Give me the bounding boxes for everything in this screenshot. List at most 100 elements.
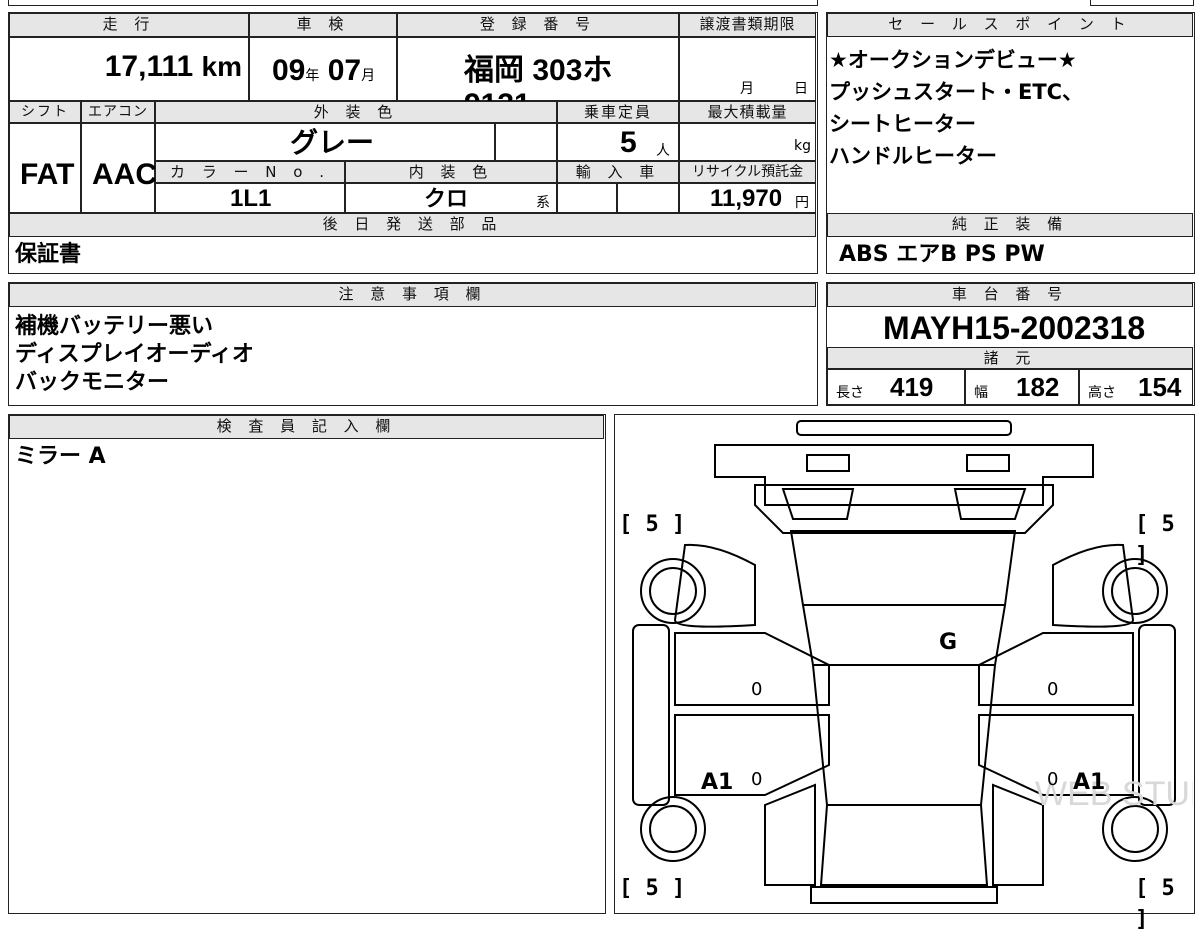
import-cell-a (557, 183, 617, 213)
inspection-year: 09 (272, 54, 306, 87)
interior-suffix: 系 (536, 195, 550, 211)
interior-color-value: クロ (424, 186, 469, 211)
zero-mark-1: 0 (751, 679, 763, 700)
color-no-value: 1L1 (230, 185, 272, 212)
transfer-day-unit: 日 (794, 81, 808, 97)
ac-cell: AAC (81, 123, 157, 213)
notes-line-3: バックモニター (15, 370, 170, 395)
right-front-fender (1052, 543, 1135, 628)
sales-point-3: シートヒーター (829, 112, 976, 136)
notes-label: 注 意 事 項 欄 (9, 283, 816, 307)
vehicle-info-panel: 走 行 車 検 登 録 番 号 譲渡書類期限 17,111 km 09年 07月… (8, 12, 818, 274)
inspection-cell: 09年 07月 (249, 37, 397, 101)
height-value: 154 (1138, 372, 1182, 402)
shift-value: FAT (20, 158, 75, 191)
chassis-label: 車 台 番 号 (827, 283, 1193, 307)
left-headlight (806, 454, 850, 472)
color-no-label: カ ラ ー N o . (155, 161, 345, 183)
notes-line-2: ディスプレイオーディオ (15, 342, 254, 367)
max-load-label: 最大積載量 (679, 101, 816, 123)
exterior-color-extra (495, 123, 557, 161)
import-cell-b (617, 183, 679, 213)
recycle-label: リサイクル預託金 (679, 161, 816, 183)
car-diagram: WEB STUDIO (632, 420, 1193, 904)
max-load-unit: kg (794, 138, 811, 154)
front-bumper-top (796, 420, 1012, 436)
genuine-equipment-value: ABS エアB PS PW (839, 242, 1045, 267)
mileage-cell: 17,111 km (9, 37, 249, 101)
max-load-cell: kg (679, 123, 816, 161)
exterior-color-cell: グレー (155, 123, 495, 161)
top-strip (8, 0, 818, 6)
tire-rear-left-label: [ 5 ] (619, 876, 686, 901)
tire-rear-right-label: [ 5 ] (1135, 876, 1175, 932)
registration-label: 登 録 番 号 (397, 13, 679, 37)
notes-line-1: 補機バッテリー悪い (15, 314, 214, 339)
sales-point-2: プッシュスタート・ETC、 (829, 80, 1084, 104)
import-label: 輸 入 車 (557, 161, 679, 183)
inspector-value: ミラー A (15, 444, 106, 469)
later-parts-label: 後 日 発 送 部 品 (9, 213, 816, 237)
dimensions-label: 諸 元 (827, 347, 1193, 369)
left-side-sill (632, 624, 670, 806)
interior-color-cell: クロ 系 (345, 183, 557, 213)
length-label: 長さ (836, 385, 864, 401)
ac-label: エアコン (81, 101, 155, 123)
watermark: WEB STUDIO (1035, 775, 1193, 813)
left-front-fender (673, 543, 756, 628)
capacity-label: 乗車定員 (557, 101, 679, 123)
recycle-cell: 11,970 円 (679, 183, 816, 213)
tire-front-left-label: [ 5 ] (619, 512, 686, 537)
shift-label: シフト (9, 101, 81, 123)
inspection-label: 車 検 (249, 13, 397, 37)
sales-point-1: ★オークションデビュー★ (829, 48, 1077, 72)
mileage-value: 17,111 km (104, 50, 242, 83)
roof-mark: G (939, 630, 958, 655)
exterior-color-label: 外 装 色 (155, 101, 557, 123)
roof (811, 664, 997, 806)
transfer-deadline-label: 譲渡書類期限 (679, 13, 816, 37)
height-cell: 高さ 154 (1079, 369, 1193, 405)
ac-value: AAC (92, 158, 157, 191)
mileage-unit: km (201, 51, 242, 82)
width-cell: 幅 182 (965, 369, 1079, 405)
genuine-equipment-label: 純 正 装 備 (827, 213, 1193, 237)
plate-region: 福岡 (464, 54, 524, 87)
transfer-deadline-cell: 月 日 (679, 37, 816, 101)
right-headlight (966, 454, 1010, 472)
inspector-panel: 検 査 員 記 入 欄 ミラー A (8, 414, 606, 914)
rear-bumper (810, 886, 998, 904)
width-label: 幅 (974, 385, 988, 401)
zero-mark-2: 0 (1047, 679, 1059, 700)
recycle-value: 11,970 (710, 185, 783, 212)
transfer-month-unit: 月 (740, 81, 754, 97)
interior-color-label: 内 装 色 (345, 161, 557, 183)
left-rear-mark: A1 (701, 770, 734, 795)
capacity-cell: 5 人 (557, 123, 679, 161)
top-strip-right (1090, 0, 1194, 6)
mileage-label: 走 行 (9, 13, 249, 37)
sales-points-label: セ ー ル ス ポ イ ン ト (827, 13, 1193, 37)
color-no-cell: 1L1 (155, 183, 345, 213)
chassis-panel: 車 台 番 号 MAYH15-2002318 諸 元 長さ 419 幅 182 … (826, 282, 1195, 406)
exterior-color-value: グレー (290, 127, 375, 158)
tire-front-right-label: [ 5 ] (1135, 512, 1175, 568)
rear-window (819, 804, 989, 886)
zero-mark-3: 0 (751, 769, 763, 790)
inspection-month: 07 (327, 54, 362, 87)
length-cell: 長さ 419 (827, 369, 965, 405)
capacity-value: 5 (620, 126, 637, 159)
later-parts-value: 保証書 (15, 242, 82, 267)
hood-outline (754, 484, 1054, 534)
capacity-unit: 人 (656, 143, 670, 159)
height-label: 高さ (1088, 385, 1116, 401)
left-rear-quarter (764, 783, 816, 886)
right-rear-mark: A1 (1073, 770, 1106, 795)
front-bumper (714, 444, 1094, 506)
sales-point-4: ハンドルヒーター (829, 144, 997, 168)
windshield (789, 530, 1017, 606)
damage-diagram-panel: WEB STUDIO [ 5 ] [ 5 ] [ 5 ] [ 5 ] G A1 … (614, 414, 1195, 932)
width-value: 182 (1016, 372, 1060, 402)
roof-front (801, 604, 1007, 666)
registration-cell: 福岡 303ホ9131 (397, 37, 679, 121)
